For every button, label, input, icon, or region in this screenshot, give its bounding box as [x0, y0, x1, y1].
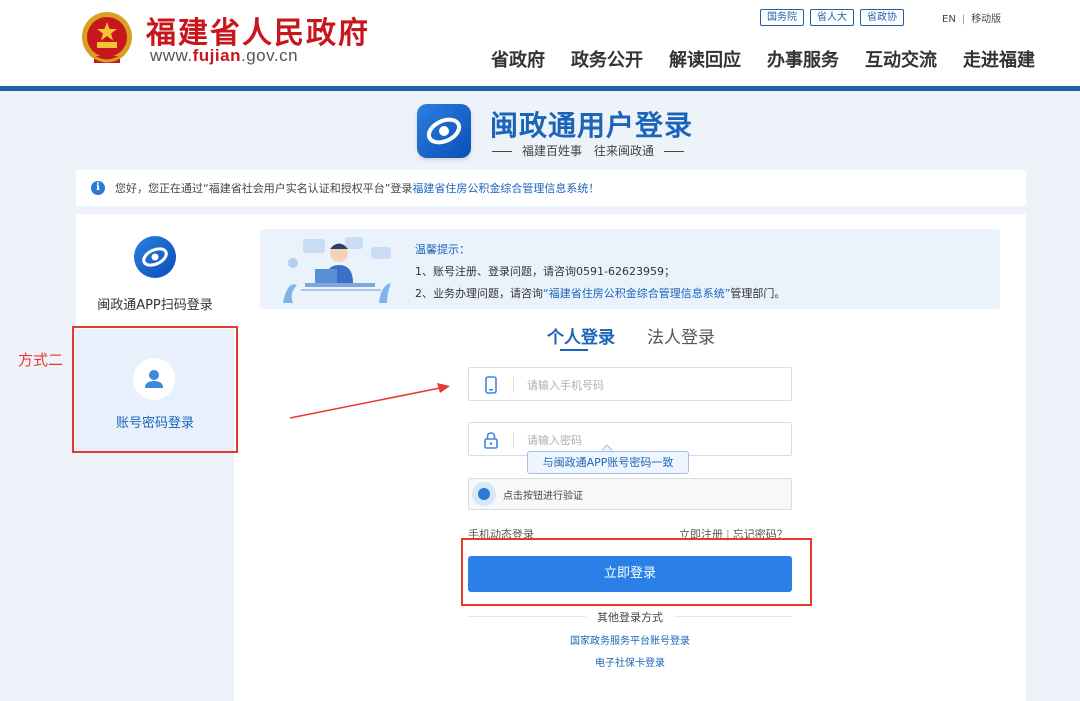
- notice-text: 您好，您正在通过“福建省社会用户实名认证和授权平台”登录: [115, 182, 413, 195]
- phone-icon: [485, 376, 497, 394]
- annotation-label: 方式二: [18, 351, 64, 369]
- banner-title: 闽政通用户登录: [490, 109, 694, 142]
- nav-item-about-fujian[interactable]: 走进福建: [963, 46, 1035, 72]
- tips-line-2: 2、业务办理问题，请咨询“福建省住房公积金综合管理信息系统”管理部门。: [415, 285, 785, 301]
- mobile-version-link[interactable]: 移动版: [971, 14, 1001, 25]
- national-platform-login-link[interactable]: 国家政务服务平台账号登录: [468, 632, 792, 647]
- tips-line-2-suffix: 管理部门。: [730, 287, 786, 300]
- lang-links: EN | 移动版: [942, 10, 1001, 25]
- tab-personal-login[interactable]: 个人登录: [547, 323, 615, 348]
- password-hint-tooltip: 与闽政通APP账号密码一致: [527, 451, 689, 474]
- annotation-arrow-icon: [289, 383, 450, 419]
- active-tab-indicator: [560, 349, 588, 351]
- site-url-suffix: .gov.cn: [240, 46, 299, 65]
- main-nav: 省政府 政务公开 解读回应 办事服务 互动交流 走进福建: [491, 46, 1035, 72]
- tips-line-1: 1、账号注册、登录问题，请咨询0591-62623959；: [415, 265, 675, 278]
- password-input[interactable]: [527, 430, 777, 450]
- phone-field[interactable]: [468, 367, 792, 401]
- other-login-methods-label: 其他登录方式: [597, 611, 663, 624]
- annotation-box-method: [72, 326, 238, 453]
- lang-separator: |: [961, 14, 966, 25]
- phone-input[interactable]: [527, 375, 777, 395]
- nav-item-provincial-government[interactable]: 省政府: [491, 46, 545, 72]
- info-icon: i: [91, 181, 105, 195]
- lang-en-link[interactable]: EN: [942, 14, 956, 25]
- tab-corporate-login[interactable]: 法人登录: [647, 323, 715, 348]
- top-link-state-council[interactable]: 国务院: [760, 9, 804, 26]
- tips-line-2-prefix: 2、业务办理问题，请咨询: [415, 287, 543, 300]
- top-link-cppcc[interactable]: 省政协: [860, 9, 904, 26]
- login-method-app-scan-label: 闽政通APP扫码登录: [97, 298, 213, 313]
- app-scan-icon: [134, 236, 176, 278]
- nav-item-interpretation[interactable]: 解读回应: [669, 46, 741, 72]
- password-field-divider: [513, 432, 514, 448]
- national-emblem-icon: [82, 12, 132, 63]
- banner-subtitle: 福建百姓事 往来闽政通: [492, 142, 685, 159]
- top-link-provincial-congress[interactable]: 省人大: [810, 9, 854, 26]
- site-url-highlight: fujian: [192, 46, 241, 65]
- site-header: 福建省人民政府 www.fujian.gov.cn 国务院 省人大 省政协 EN…: [0, 0, 1080, 86]
- phone-field-divider: [513, 377, 514, 393]
- banner-subtitle-text: 福建百姓事 往来闽政通: [522, 144, 655, 158]
- nav-item-interaction[interactable]: 互动交流: [865, 46, 937, 72]
- nav-item-services[interactable]: 办事服务: [767, 46, 839, 72]
- customer-service-illustration: [283, 237, 391, 303]
- nav-item-gov-affairs[interactable]: 政务公开: [571, 46, 643, 72]
- social-security-card-login-link[interactable]: 电子社保卡登录: [468, 654, 792, 669]
- tips-system-link[interactable]: “福建省住房公积金综合管理信息系统”: [543, 287, 730, 300]
- app-logo-icon: [417, 104, 471, 158]
- verify-text: 点击按钮进行验证: [503, 491, 583, 502]
- header-divider: [0, 86, 1080, 91]
- captcha-verify-button[interactable]: 点击按钮进行验证: [468, 478, 792, 510]
- verify-knob-icon[interactable]: [472, 482, 496, 506]
- login-method-app-scan[interactable]: 闽政通APP扫码登录: [76, 214, 234, 329]
- top-links: 国务院 省人大 省政协: [760, 9, 904, 26]
- site-url-prefix: www.: [150, 46, 193, 65]
- tips-title: 温馨提示：: [415, 243, 470, 256]
- notice-bar: i 您好，您正在通过“福建省社会用户实名认证和授权平台”登录 福建省住房公积金综…: [76, 170, 1026, 206]
- annotation-box-login-button: [461, 538, 812, 606]
- lock-icon: [484, 432, 498, 449]
- notice-system-link[interactable]: 福建省住房公积金综合管理信息系统！: [412, 180, 599, 196]
- site-url[interactable]: www.fujian.gov.cn: [150, 46, 298, 66]
- login-method-panel: 闽政通APP扫码登录 账号密码登录: [76, 214, 234, 701]
